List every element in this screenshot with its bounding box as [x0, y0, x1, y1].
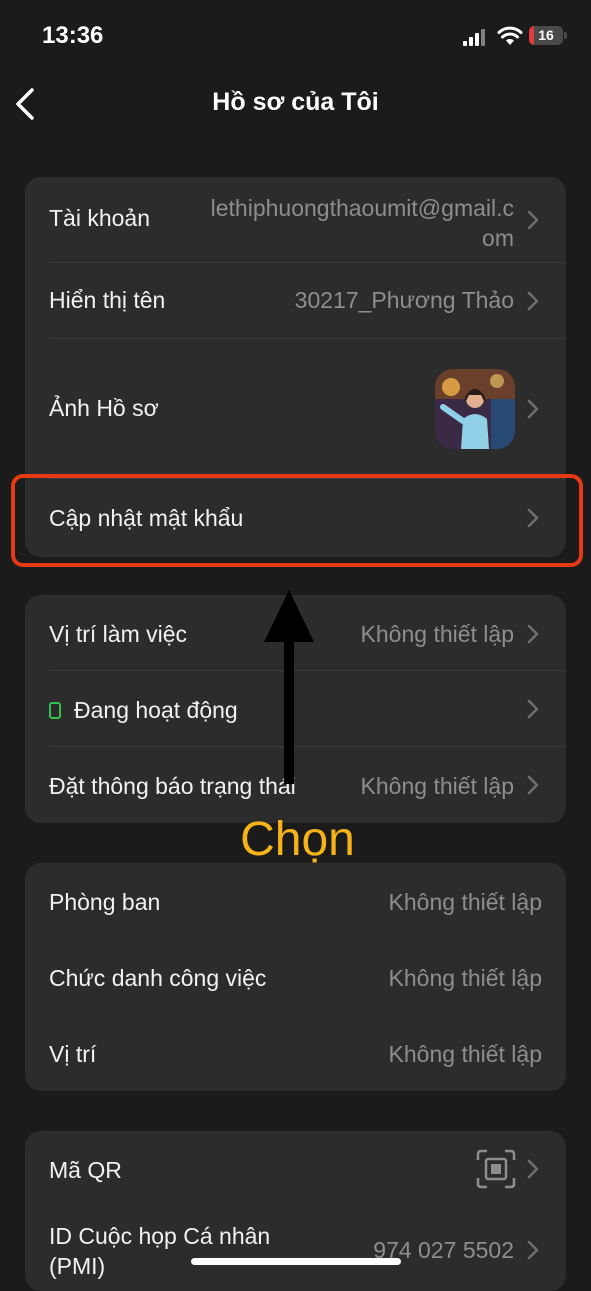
profile-photo-avatar [435, 369, 515, 449]
work-location-value: Không thiết lập [360, 621, 514, 647]
chevron-right-icon [527, 624, 539, 644]
home-indicator[interactable] [191, 1258, 401, 1265]
job-title-value: Không thiết lập [388, 965, 542, 991]
status-message-label: Đặt thông báo trạng thái [49, 773, 296, 799]
profile-photo-row[interactable]: Ảnh Hồ sơ [25, 339, 566, 479]
chevron-right-icon [527, 291, 539, 311]
wifi-icon [497, 26, 523, 45]
location-value: Không thiết lập [388, 1041, 542, 1067]
chevron-right-icon [527, 775, 539, 795]
display-name-label: Hiển thị tên [49, 287, 166, 313]
department-label: Phòng ban [49, 889, 161, 915]
chevron-right-icon [527, 1240, 539, 1260]
status-message-value: Không thiết lập [360, 773, 514, 799]
meeting-section: Mã QR ID Cuộc họp Cá nhân (PMI) 974 027 … [25, 1131, 566, 1291]
active-status-icon [49, 702, 61, 719]
job-title-row: Chức danh công việc Không thiết lập [25, 939, 566, 1015]
battery-icon: 16 [529, 26, 567, 45]
account-label: Tài khoản [49, 205, 151, 231]
qr-code-label: Mã QR [49, 1157, 122, 1183]
chevron-right-icon [527, 399, 539, 419]
profile-photo-label: Ảnh Hồ sơ [49, 395, 159, 421]
page-title: Hồ sơ của Tôi [212, 88, 379, 116]
arrow-up-icon [264, 590, 314, 784]
chevron-right-icon [527, 699, 539, 719]
cellular-signal-icon [463, 26, 491, 46]
work-location-label: Vị trí làm việc [49, 621, 188, 647]
battery-percentage: 16 [538, 27, 554, 43]
status-bar: 13:36 16 [0, 0, 591, 70]
highlight-box [11, 474, 583, 567]
display-name-row[interactable]: Hiển thị tên 30217_Phương Thảo [25, 263, 566, 339]
location-row: Vị trí Không thiết lập [25, 1015, 566, 1091]
nav-header: Hồ sơ của Tôi [0, 70, 591, 140]
pmi-row[interactable]: ID Cuộc họp Cá nhân (PMI) 974 027 5502 [25, 1207, 566, 1291]
active-status-label: Đang hoạt động [49, 697, 238, 724]
location-label: Vị trí [49, 1041, 97, 1067]
organization-section: Phòng ban Không thiết lập Chức danh công… [25, 863, 566, 1091]
account-row[interactable]: Tài khoản lethiphuongthaoumit@gmail.c om [25, 177, 566, 263]
status-time: 13:36 [42, 22, 104, 49]
chevron-right-icon [527, 1159, 539, 1179]
job-title-label: Chức danh công việc [49, 965, 267, 991]
choose-annotation: Chọn [240, 813, 355, 866]
pmi-label: ID Cuộc họp Cá nhân (PMI) [49, 1223, 271, 1279]
department-row: Phòng ban Không thiết lập [25, 863, 566, 939]
display-name-value: 30217_Phương Thảo [294, 287, 514, 313]
account-email: lethiphuongthaoumit@gmail.c om [210, 195, 514, 251]
qr-code-row[interactable]: Mã QR [25, 1131, 566, 1207]
chevron-right-icon [527, 210, 539, 230]
qr-code-icon [476, 1149, 516, 1189]
department-value: Không thiết lập [388, 889, 542, 915]
